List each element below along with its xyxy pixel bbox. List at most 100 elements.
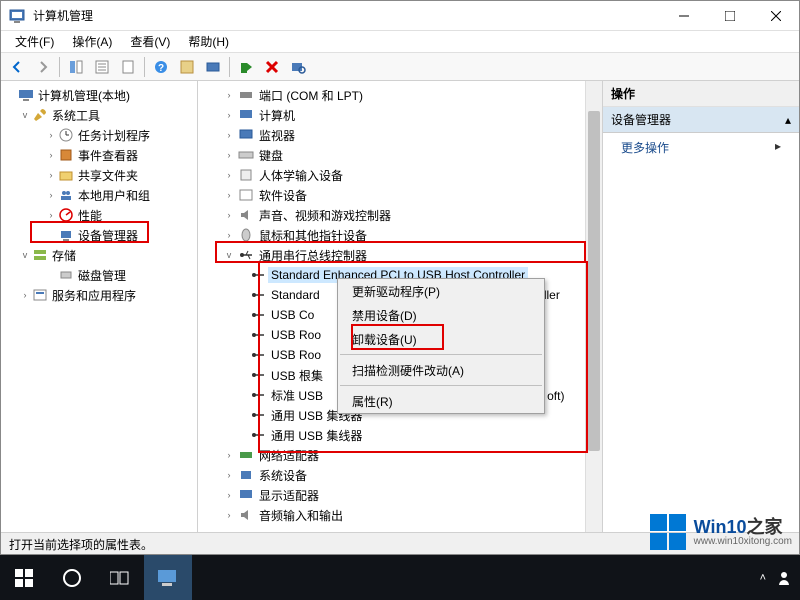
tree-system-tools[interactable]: v 系统工具 xyxy=(1,105,197,125)
toolbar: ? xyxy=(1,53,799,81)
window-title: 计算机管理 xyxy=(33,7,661,24)
port-icon xyxy=(236,87,256,103)
dev-monitor[interactable]: ›监视器 xyxy=(198,125,602,145)
users-icon xyxy=(57,187,75,203)
actions-header: 操作 xyxy=(603,81,799,107)
usb-icon xyxy=(248,287,268,303)
chip-icon xyxy=(236,467,256,483)
left-tree-pane: 计算机管理(本地) v 系统工具 › 任务计划程序 › 事件查看器 › 共享文件… xyxy=(1,81,198,532)
minimize-button[interactable] xyxy=(661,1,707,31)
enable-button[interactable] xyxy=(234,55,258,79)
mouse-icon xyxy=(236,227,256,243)
dev-system[interactable]: ›系统设备 xyxy=(198,465,602,485)
keyboard-icon xyxy=(236,147,256,163)
usb-icon xyxy=(248,407,268,423)
tray-up-icon[interactable]: ˄ xyxy=(760,572,766,584)
disk-icon xyxy=(57,267,75,283)
ctx-uninstall[interactable]: 卸载设备(U) xyxy=(338,327,544,351)
ctx-sep1 xyxy=(340,354,542,355)
dev-network[interactable]: ›网络适配器 xyxy=(198,445,602,465)
dev-usb-9[interactable]: 通用 USB 集线器 xyxy=(198,425,602,445)
menu-view[interactable]: 查看(V) xyxy=(122,31,178,52)
help-button[interactable]: ? xyxy=(149,55,173,79)
services-icon xyxy=(31,287,49,303)
tree-local-users[interactable]: › 本地用户和组 xyxy=(1,185,197,205)
dev-software[interactable]: ›软件设备 xyxy=(198,185,602,205)
maximize-button[interactable] xyxy=(707,1,753,31)
windows-logo-icon xyxy=(648,512,688,552)
dev-computer[interactable]: ›计算机 xyxy=(198,105,602,125)
context-menu: 更新驱动程序(P) 禁用设备(D) 卸载设备(U) 扫描检测硬件改动(A) 属性… xyxy=(337,278,545,414)
status-text: 打开当前选择项的属性表。 xyxy=(9,538,153,552)
collapse-icon: ▴ xyxy=(785,113,791,127)
gpu-icon xyxy=(236,487,256,503)
menu-help[interactable]: 帮助(H) xyxy=(180,31,237,52)
computer-mgmt-icon xyxy=(17,87,35,103)
pc-icon xyxy=(236,107,256,123)
usb-icon xyxy=(248,347,268,363)
taskbar: ˄ xyxy=(0,555,800,600)
cortana-button[interactable] xyxy=(48,555,96,600)
dev-audio[interactable]: ›音频输入和输出 xyxy=(198,505,602,525)
dev-usb-controllers[interactable]: v通用串行总线控制器 xyxy=(198,245,602,265)
forward-button[interactable] xyxy=(31,55,55,79)
clock-icon xyxy=(57,127,75,143)
device-mgr-icon xyxy=(57,227,75,243)
mid-scrollbar[interactable] xyxy=(585,81,602,532)
ctx-scan-hw[interactable]: 扫描检测硬件改动(A) xyxy=(338,358,544,382)
app-icon xyxy=(9,8,25,24)
tree-storage[interactable]: v 存储 xyxy=(1,245,197,265)
dev-display[interactable]: ›显示适配器 xyxy=(198,485,602,505)
speaker-icon xyxy=(236,207,256,223)
dev-keyboard[interactable]: ›键盘 xyxy=(198,145,602,165)
taskbar-tray: ˄ xyxy=(760,570,800,586)
tree-task-scheduler[interactable]: › 任务计划程序 xyxy=(1,125,197,145)
software-icon xyxy=(236,187,256,203)
taskbar-app-active[interactable] xyxy=(144,555,192,600)
wrench-icon xyxy=(31,107,49,123)
task-view-button[interactable] xyxy=(96,555,144,600)
ctx-update-driver[interactable]: 更新驱动程序(P) xyxy=(338,279,544,303)
dev-hid[interactable]: ›人体学输入设备 xyxy=(198,165,602,185)
start-button[interactable] xyxy=(0,555,48,600)
titlebar: 计算机管理 xyxy=(1,1,799,31)
show-hide-tree-button[interactable] xyxy=(64,55,88,79)
view-details-button[interactable] xyxy=(175,55,199,79)
dev-sound[interactable]: ›声音、视频和游戏控制器 xyxy=(198,205,602,225)
usb-icon xyxy=(248,427,268,443)
properties-button[interactable] xyxy=(90,55,114,79)
back-button[interactable] xyxy=(5,55,29,79)
tree-services-apps[interactable]: › 服务和应用程序 xyxy=(1,285,197,305)
actions-subheader[interactable]: 设备管理器 ▴ xyxy=(603,107,799,133)
export-list-button[interactable] xyxy=(116,55,140,79)
tree-event-viewer[interactable]: › 事件查看器 xyxy=(1,145,197,165)
usb-icon xyxy=(248,307,268,323)
ctx-disable[interactable]: 禁用设备(D) xyxy=(338,303,544,327)
dev-mouse[interactable]: ›鼠标和其他指针设备 xyxy=(198,225,602,245)
hid-icon xyxy=(236,167,256,183)
uninstall-button[interactable] xyxy=(260,55,284,79)
ctx-properties[interactable]: 属性(R) xyxy=(338,389,544,413)
tree-root[interactable]: 计算机管理(本地) xyxy=(1,85,197,105)
menu-action[interactable]: 操作(A) xyxy=(64,31,120,52)
storage-icon xyxy=(31,247,49,263)
tray-people-icon[interactable] xyxy=(776,570,792,586)
close-button[interactable] xyxy=(753,1,799,31)
audio-icon xyxy=(236,507,256,523)
event-icon xyxy=(57,147,75,163)
svg-text:?: ? xyxy=(158,63,164,74)
ctx-sep2 xyxy=(340,385,542,386)
dev-com-lpt[interactable]: ›端口 (COM 和 LPT) xyxy=(198,85,602,105)
menubar: 文件(F) 操作(A) 查看(V) 帮助(H) xyxy=(1,31,799,53)
tree-shared-folders[interactable]: › 共享文件夹 xyxy=(1,165,197,185)
tree-device-manager[interactable]: 设备管理器 xyxy=(1,225,197,245)
tree-performance[interactable]: › 性能 xyxy=(1,205,197,225)
tree-disk-management[interactable]: 磁盘管理 xyxy=(1,265,197,285)
scan-hardware-button[interactable] xyxy=(286,55,310,79)
network-icon xyxy=(236,447,256,463)
actions-more[interactable]: 更多操作 ▸ xyxy=(603,133,799,162)
scan-button[interactable] xyxy=(201,55,225,79)
usb-icon xyxy=(236,247,256,263)
menu-file[interactable]: 文件(F) xyxy=(7,31,62,52)
usb-icon xyxy=(248,387,268,403)
